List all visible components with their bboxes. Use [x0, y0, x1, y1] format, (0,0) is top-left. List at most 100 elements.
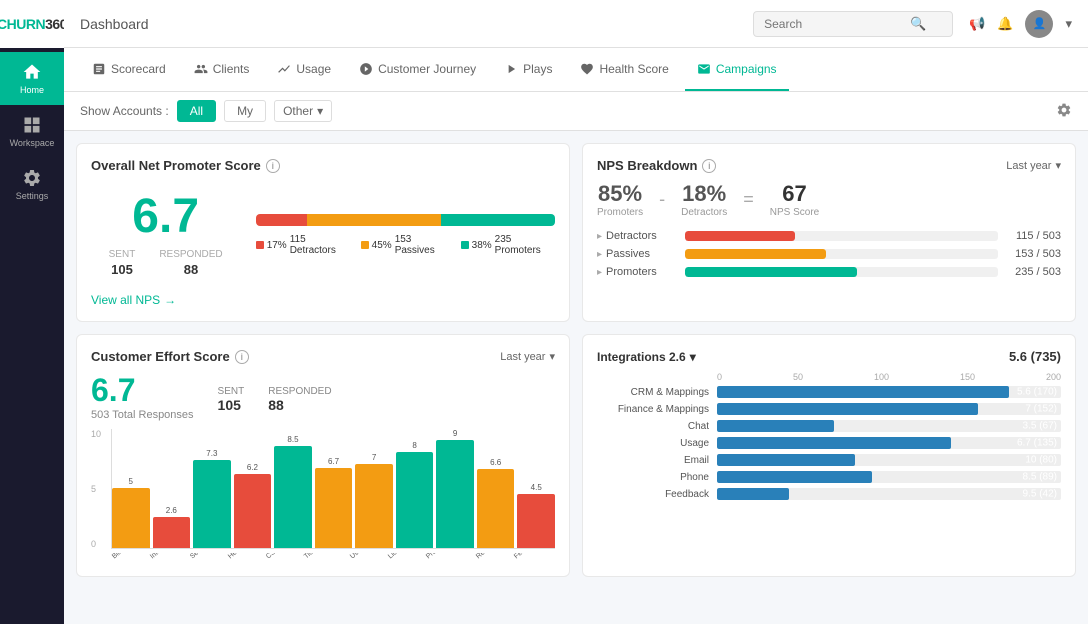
int-bar-bg: 6.7 (135)	[717, 437, 1061, 449]
filter-settings-icon[interactable]	[1056, 102, 1072, 121]
int-val: 3.5 (67)	[1023, 421, 1057, 432]
breakdown-rows: ▸ Detractors 115 / 503 ▸ Passives	[597, 230, 1061, 278]
sidebar-item-workspace[interactable]: Workspace	[0, 105, 64, 158]
int-bar-fill	[717, 386, 1009, 398]
filter-dropdown[interactable]: Other ▾	[274, 100, 332, 122]
bar-usage: 7	[355, 453, 393, 548]
filter-bar: Show Accounts : All My Other ▾	[64, 92, 1088, 131]
bar-chart: 5 2.6 7.3 6.2	[111, 429, 555, 549]
bar-billing-fill	[112, 488, 150, 548]
tab-campaigns[interactable]: Campaigns	[685, 48, 789, 91]
bar-licencing-fill	[396, 452, 434, 548]
breakdown-bar-bg	[685, 231, 998, 241]
int-bar-bg: 9.5 (42)	[717, 488, 1061, 500]
broadcast-icon[interactable]: 📢	[969, 16, 985, 32]
filter-all-button[interactable]: All	[177, 100, 216, 122]
bar-billing: 5	[112, 477, 150, 548]
int-row-chat: Chat 3.5 (67)	[597, 420, 1061, 432]
bell-icon[interactable]: 🔔	[997, 16, 1013, 32]
bar-csm-fill	[274, 446, 312, 548]
ces-total: 503 Total Responses	[91, 409, 194, 421]
bar-responses-fill	[477, 469, 515, 548]
breakdown-bar-bg	[685, 267, 998, 277]
chevron-down-icon[interactable]: ▾	[1065, 16, 1072, 32]
nps-breakdown-title: NPS Breakdown i	[597, 158, 716, 173]
int-scale: 050100150200	[597, 372, 1061, 382]
int-val: 8.5 (89)	[1023, 472, 1057, 483]
content: Overall Net Promoter Score i 6.7 SENT 10…	[64, 131, 1088, 624]
ces-row: Customer Effort Score i Last year ▾ 6.7 …	[76, 334, 1076, 577]
ces-score: 6.7	[91, 372, 194, 409]
search-box[interactable]: 🔍	[753, 11, 953, 37]
filter-my-button[interactable]: My	[224, 100, 266, 122]
tab-label: Usage	[296, 62, 331, 76]
tab-label: Scorecard	[111, 62, 166, 76]
equals-op: =	[743, 189, 754, 210]
tab-label: Campaigns	[716, 62, 777, 76]
home-icon	[22, 62, 42, 82]
int-val: 5.6 (170)	[1017, 387, 1057, 398]
info-icon: i	[266, 159, 280, 173]
nps-responded: RESPONDED 88	[159, 249, 222, 277]
avatar[interactable]: 👤	[1025, 10, 1053, 38]
sidebar-item-label: Home	[20, 85, 44, 95]
int-val: 10 (80)	[1025, 455, 1057, 466]
int-bar-fill	[717, 471, 872, 483]
int-label: Chat	[597, 421, 717, 432]
breakdown-bar-fill	[685, 231, 795, 241]
y-axis: 10 5 0	[91, 429, 101, 549]
sidebar-nav: Home Workspace Settings	[0, 52, 64, 211]
sidebar-item-home[interactable]: Home	[0, 52, 64, 105]
tab-usage[interactable]: Usage	[265, 48, 343, 91]
integrations-card: Integrations 2.6 ▾ 5.6 (735) 05010015020…	[582, 334, 1076, 577]
filter-dropdown-value: Other	[283, 104, 313, 118]
int-label: Usage	[597, 438, 717, 449]
tab-clients[interactable]: Clients	[182, 48, 262, 91]
tab-plays[interactable]: Plays	[492, 48, 564, 91]
sidebar-item-settings[interactable]: Settings	[0, 158, 64, 211]
int-val: 9.5 (42)	[1023, 489, 1057, 500]
tab-health-score[interactable]: Health Score	[568, 48, 680, 91]
chevron-right-icon: ▸	[597, 231, 602, 242]
nps-score-calc: 67 NPS Score	[770, 181, 819, 218]
nps-bar-orange	[307, 214, 441, 226]
bar-usage-fill	[355, 464, 393, 548]
integrations-select[interactable]: Integrations 2.6 ▾	[597, 350, 696, 364]
tab-customer-journey[interactable]: Customer Journey	[347, 48, 488, 91]
int-bar-bg: 5.6 (170)	[717, 386, 1061, 398]
breakdown-bar-bg	[685, 249, 998, 259]
int-val: 6.7 (135)	[1017, 438, 1057, 449]
tab-scorecard[interactable]: Scorecard	[80, 48, 178, 91]
int-row-finance: Finance & Mappings 7 (152)	[597, 403, 1061, 415]
legend-dot-orange	[361, 241, 368, 249]
scorecard-icon	[92, 62, 106, 76]
logo: CHURN360	[0, 16, 67, 32]
sidebar-item-label: Settings	[16, 191, 49, 201]
int-label: Feedback	[597, 489, 717, 500]
ces-period-select[interactable]: Last year ▾	[500, 350, 555, 363]
search-input[interactable]	[764, 17, 904, 31]
int-val: 7 (152)	[1025, 404, 1057, 415]
ces-info: SENT 105 RESPONDED 88	[218, 386, 332, 413]
bar-feature: 4.5	[517, 483, 555, 548]
chevron-down-icon: ▾	[1055, 159, 1061, 172]
bar-feature-fill	[517, 494, 555, 548]
promoters-calc: 85% Promoters	[597, 181, 643, 218]
topbar-icons: 📢 🔔 👤 ▾	[969, 10, 1072, 38]
ces-title: Customer Effort Score i	[91, 349, 249, 364]
bar-csm: 8.5	[274, 435, 312, 548]
tab-label: Health Score	[599, 62, 668, 76]
nps-bar-red	[256, 214, 307, 226]
integrations-overall-score: 5.6 (735)	[1009, 349, 1061, 364]
health-icon	[580, 62, 594, 76]
legend-passives: 45% 153 Passives	[361, 234, 449, 256]
legend-detractors: 17% 115 Detractors	[256, 234, 349, 256]
tab-label: Plays	[523, 62, 552, 76]
view-all-nps[interactable]: View all NPS →	[91, 293, 555, 307]
ces-score-area: 6.7 503 Total Responses	[91, 372, 194, 421]
usage-icon	[277, 62, 291, 76]
clients-icon	[194, 62, 208, 76]
breakdown-row-promoters: ▸ Promoters 235 / 503	[597, 266, 1061, 278]
ces-sent: SENT 105	[218, 386, 245, 413]
period-select[interactable]: Last year ▾	[1006, 159, 1061, 172]
